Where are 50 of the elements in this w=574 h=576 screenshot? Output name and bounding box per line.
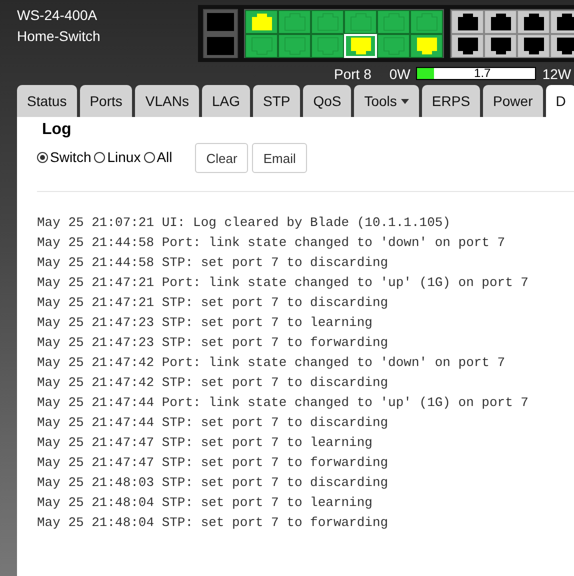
log-line: May 25 21:48:04 STP: set port 7 to learning (37, 494, 372, 512)
ethernet-port[interactable] (245, 10, 278, 34)
log-line: May 25 21:47:44 STP: set port 7 to discarding (37, 414, 388, 432)
log-line: May 25 21:47:21 Port: link state changed to 'up' (1G) on port 7 (37, 274, 528, 292)
power-min: 0W (389, 66, 410, 82)
tab[interactable]: STP (252, 85, 300, 117)
tab[interactable]: Status (17, 85, 77, 117)
device-model: WS-24-400A (17, 6, 98, 25)
tab[interactable]: LAG (202, 85, 250, 117)
tab[interactable]: ERPS (422, 85, 480, 117)
power-max: 12W (542, 66, 572, 82)
sfp-port[interactable] (204, 34, 237, 58)
log-heading: Log (41, 120, 72, 140)
log-line: May 25 21:47:44 Port: link state changed to 'up' (1G) on port 7 (37, 394, 528, 412)
log-line: May 25 21:47:23 STP: set port 7 to forwarding (37, 334, 388, 352)
log-line: May 25 21:44:58 Port: link state changed to 'down' on port 7 (37, 234, 506, 252)
tab[interactable]: Power (483, 85, 543, 117)
tab[interactable]: Ports (80, 85, 132, 117)
log-line: May 25 21:07:21 UI: Log cleared by Blade (10.1.1.105) (37, 214, 450, 232)
port-label: Port 8 (334, 66, 372, 82)
tab[interactable]: QoS (303, 85, 352, 117)
tab[interactable]: VLANs (135, 85, 199, 117)
log-line: May 25 21:47:23 STP: set port 7 to learning (37, 314, 372, 332)
ethernet-port[interactable] (550, 34, 574, 58)
log-line: May 25 21:47:42 Port: link state changed to 'down' on port 7 (37, 354, 506, 372)
sfp-port[interactable] (204, 10, 237, 34)
ethernet-port[interactable] (517, 10, 550, 34)
source-radio[interactable]: Linux (94, 143, 141, 165)
ethernet-port[interactable] (410, 34, 443, 58)
device-name: Home-Switch (17, 27, 102, 46)
ethernet-port[interactable] (484, 34, 517, 58)
log-line: May 25 21:44:58 STP: set port 7 to discarding (37, 254, 388, 272)
ethernet-port[interactable] (484, 10, 517, 34)
log-line: May 25 21:47:42 STP: set port 7 to discarding (37, 374, 388, 392)
log-line: May 25 21:48:03 STP: set port 7 to discarding (37, 474, 388, 492)
email-button[interactable]: Email (252, 143, 307, 173)
log-line: May 25 21:48:04 STP: set port 7 to forwarding (37, 514, 388, 532)
power-reading: 1.7 (473, 66, 492, 80)
ethernet-port[interactable] (550, 10, 574, 34)
source-radio[interactable]: All (144, 143, 172, 165)
source-radio[interactable]: Switch (37, 143, 92, 165)
ethernet-port[interactable] (517, 34, 550, 58)
log-line: May 25 21:47:47 STP: set port 7 to learning (37, 434, 372, 452)
ethernet-port[interactable] (451, 10, 484, 34)
ethernet-port[interactable] (451, 34, 484, 58)
log-line: May 25 21:47:21 STP: set port 7 to discarding (37, 294, 388, 312)
clear-button[interactable]: Clear (195, 143, 248, 173)
tab[interactable]: Tools (354, 85, 419, 117)
log-line: May 25 21:47:47 STP: set port 7 to forwarding (37, 454, 388, 472)
tab[interactable]: D (546, 85, 574, 117)
